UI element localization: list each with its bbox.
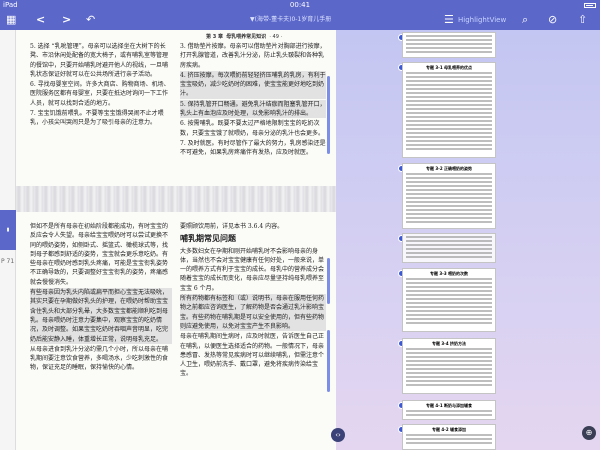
paragraph: 7. 及时就医。有时尽管作了最大的努力，乳房感染还是不可避免，如果乳房疼痛伴有发… [180,139,326,157]
highlighted-paragraph[interactable]: 4. 挤压按摩。每次喂奶前轻轻挤压哺乳的乳房，有利于宝宝吸奶，减少吃奶时的困难，… [180,70,326,99]
page-number-label: P 71 [1,258,15,265]
annotation-card[interactable]: 专题 3-1 母乳喂养的优点 [402,62,496,158]
annotation-card[interactable]: 专题 3-4 挤奶方法 [402,338,496,394]
paragraph: 要照顾饮用前，详见本书 3.6.4 内容。 [180,223,284,230]
annotation-card-title: 专题 3-4 挤奶方法 [431,341,466,346]
highlight-view-pane[interactable]: 专题 3-1 母乳喂养的优点 专题 3-2 正确喂奶的姿势 专题 3-3 喂奶的… [336,30,600,450]
header-section: 第 3 章 [206,34,223,40]
highlight-margin-bar[interactable] [327,258,330,304]
annotation-card[interactable]: 专题 3-3 喂奶的次数 [402,268,496,332]
forward-arrow-icon[interactable]: > [62,12,71,28]
annotation-card-title: 专题 3-2 正确喂奶的姿势 [425,166,472,171]
page-scroll-button[interactable]: ‹› [331,428,345,442]
paragraph: 母亲在哺乳期间生病时，应及时就医，告诉医生自己正在哺乳，以便医生选择适合的药物。… [180,333,325,378]
highlighted-paragraph[interactable]: 5. 保持乳管开口畅通。避免乳汁结痂而阻塞乳管开口，乳头上有血泡应及时处理，以免… [180,99,326,119]
tag-icon[interactable]: ⊘ [548,12,557,28]
page-divider-tab[interactable]: ▮ [0,210,16,250]
battery-icon [584,0,596,10]
annotation-card[interactable] [402,233,496,263]
page-header: 第 3 章 母乳喂养常见知识 · 49 · [206,33,282,40]
list-icon[interactable]: ☰ [444,12,454,28]
status-time: 00:41 [289,1,311,9]
paragraph: 3. 借助垫片按摩。母亲可以借助垫片对胸部进行按摩，打开乳腺管道，改善乳汁分泌，… [180,43,326,69]
annotation-card[interactable]: 专题 4-2 辅食添加 [402,424,496,450]
reader-toolbar: ▦ < > ↶ ▼(海带-董卡夫)0-1岁育儿手册 ☰ HighlightVie… [0,10,600,30]
highlight-margin-bar[interactable] [327,330,330,392]
highlighted-paragraph[interactable]: 所有药物都有标签和（或）说明书，母亲在服用任何药物之前都应咨询医生，了解药物是否… [180,294,326,332]
right-column-top: 3. 借助垫片按摩。母亲可以借助垫片对胸部进行按摩，打开乳腺管道，改善乳汁分泌，… [180,42,326,194]
annotation-card[interactable]: 专题 3-2 正确喂奶的姿势 [402,163,496,229]
back-arrow-icon[interactable]: < [36,12,45,28]
paragraph: 但如不是所有母亲在初始阶段都能成功，有时宝宝的反应会令人失望。母亲给宝宝喂奶时可… [30,223,169,286]
paragraph: 6. 按需哺乳。既要不要太过严格地限制宝宝的吃奶次数，只要宝宝饿了就喂奶，母亲分… [180,120,325,137]
paragraph: 7. 宝宝饥饿前喂乳。不要等宝宝饿得哭闹不止才喂乳，小孩尖叫哭闹只是为了吸引母亲… [30,110,164,127]
document-page[interactable]: 第 3 章 母乳喂养常见知识 · 49 · 5. 选择 “乳吮管理”。母亲可以选… [16,30,336,450]
highlight-view-button[interactable]: HighlightView [458,14,506,26]
left-column-top: 5. 选择 “乳吮管理”。母亲可以选择坐在大树下的长凳、市沿休闲处配备的宽大椅子… [30,42,172,194]
page-break-band [16,186,336,212]
undo-icon[interactable]: ↶ [86,12,95,28]
share-icon[interactable]: ⇧ [578,12,587,28]
annotation-card[interactable]: 专题 4-1 断奶与添加辅食 [402,400,496,420]
paragraph: 大多数妇女在孕期和刚开始哺乳时不会影响母亲的身体，当然也不会对宝宝健康有任何好处… [180,247,325,292]
annotation-card-title: 专题 3-3 喂奶的次数 [429,271,468,276]
annotation-card[interactable] [402,32,496,58]
header-title: 母乳喂养常见知识 [226,34,267,40]
section-heading: 哺乳期常见问题 [180,234,236,244]
annotation-card-title: 专题 3-1 母乳喂养的优点 [425,65,472,70]
status-bar: iPad 00:41 [0,0,600,10]
annotation-card-title: 专题 4-2 辅食添加 [431,427,466,432]
search-icon[interactable]: ⌕ [522,12,528,28]
paragraph: 5. 选择 “乳吮管理”。母亲可以选择坐在大树下的长凳、市沿休闲处配备的宽大椅子… [30,43,169,78]
grid-view-icon[interactable]: ▦ [6,12,16,28]
paragraph: 从母亲进食到乳汁分泌约需几个小时，所以母亲在哺乳期间要注意饮食营养，多喝汤水，少… [30,345,169,372]
highlight-margin-bar[interactable] [327,76,330,154]
paragraph: 6. 寻找母婴室空间。许多大商店、购物商场、机场、医院服务区都有母婴室，只要在抵… [30,81,170,107]
header-page: · 49 · [269,34,283,40]
zoom-icon[interactable]: ⊕ [582,426,596,440]
right-column-bottom: 要照顾饮用前，详见本书 3.6.4 内容。 哺乳期常见问题 大多数妇女在孕期和刚… [180,222,326,444]
annotation-card-title: 专题 4-1 断奶与添加辅食 [425,403,472,408]
document-title[interactable]: ▼(海带-董卡夫)0-1岁育儿手册 [250,14,331,26]
left-column-bottom: 但如不是所有母亲在初始阶段都能成功，有时宝宝的反应会令人失望。母亲给宝宝喂奶时可… [30,222,172,444]
highlighted-paragraph[interactable]: 有些母亲因为乳头内陷或扁平而担心宝宝无法吸吮，其实只要在孕期做好乳头的护理，在喂… [30,288,172,344]
page-sidebar[interactable]: ▮ P 71 [0,30,16,450]
